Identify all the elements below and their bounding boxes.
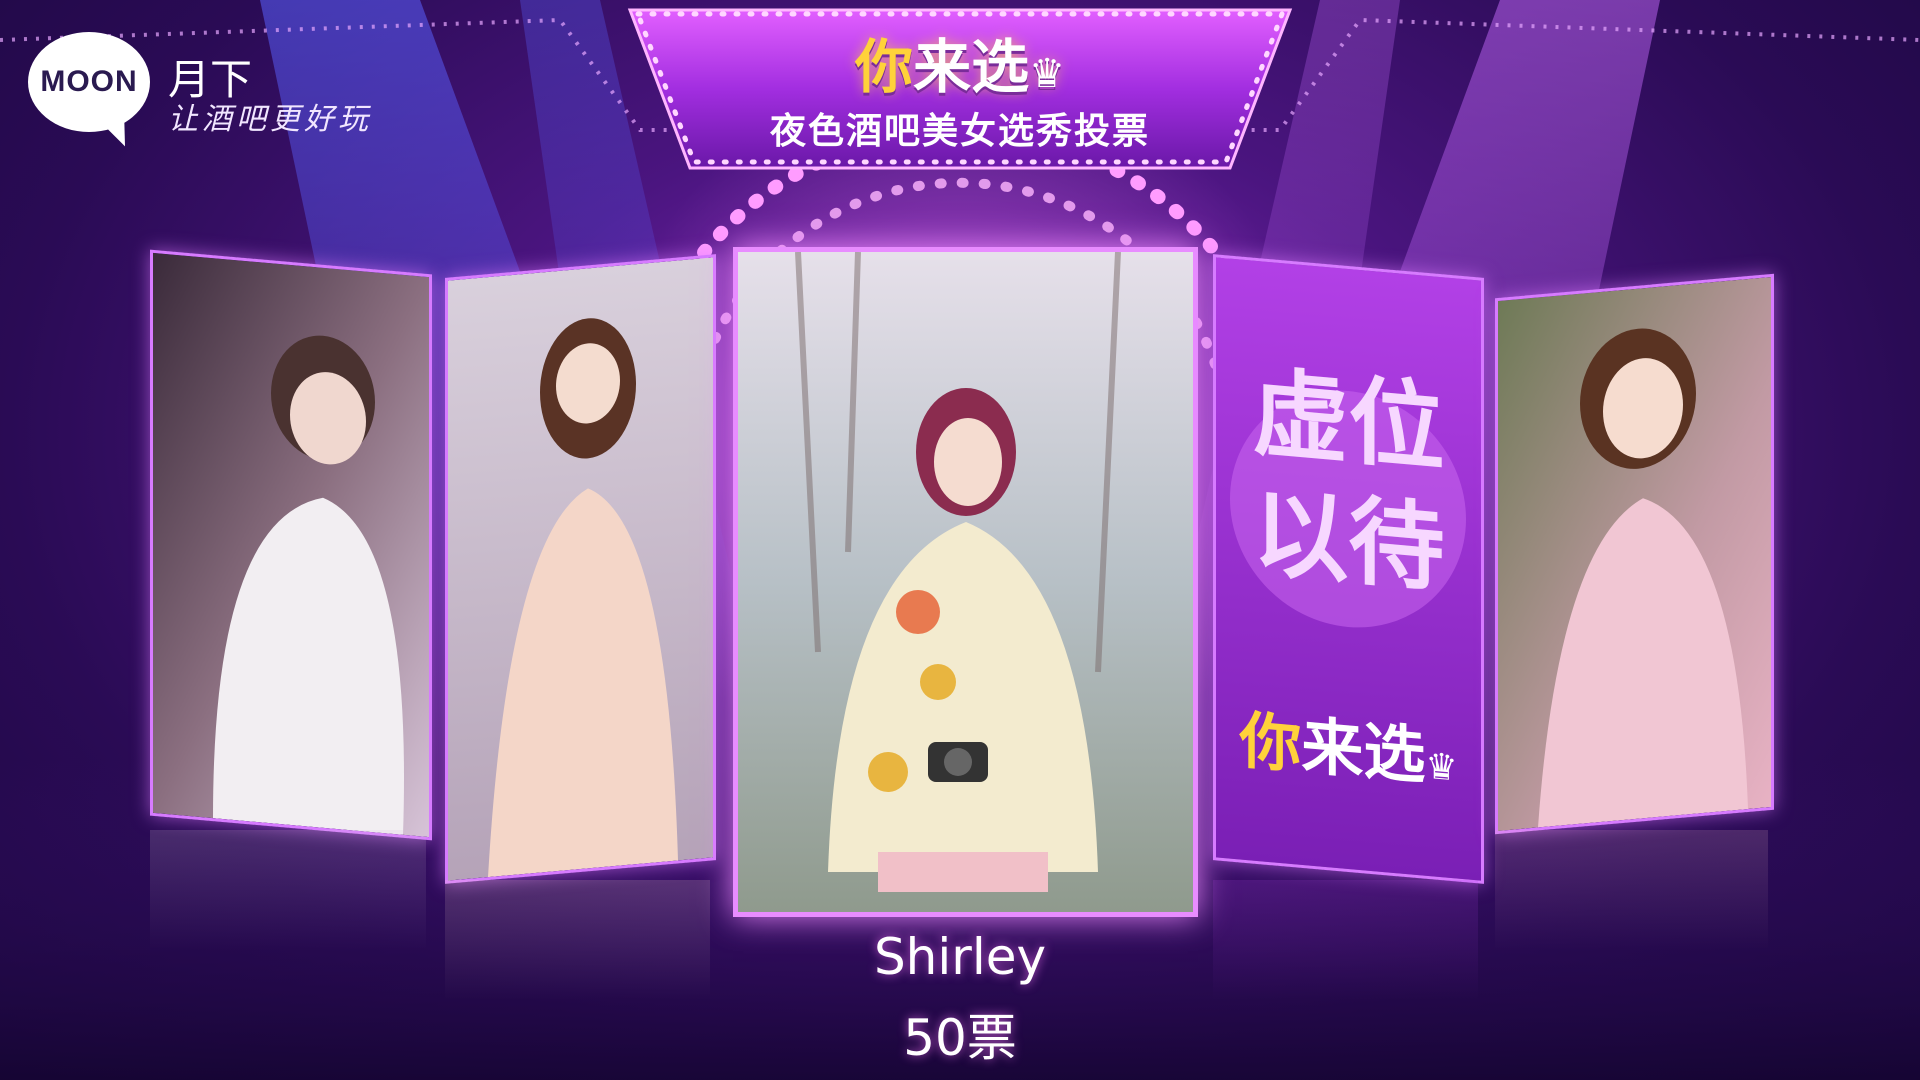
placeholder-logo-rest: 来选 bbox=[1301, 708, 1426, 793]
contestant-card-selected[interactable] bbox=[733, 247, 1198, 917]
contestant-card-2[interactable] bbox=[445, 254, 716, 884]
brand-slogan: 让酒吧更好玩 bbox=[168, 102, 372, 137]
contestant-card-5[interactable] bbox=[1495, 273, 1774, 835]
header-title: 你来选♛ bbox=[620, 20, 1300, 104]
moon-logo-icon: MOON bbox=[28, 32, 150, 132]
header-title-highlight: 你 bbox=[855, 33, 914, 101]
contestant-photo bbox=[1498, 277, 1771, 831]
contestant-photo bbox=[738, 252, 1193, 912]
crown-icon: ♛ bbox=[1425, 745, 1458, 790]
contestant-card-1[interactable] bbox=[150, 249, 432, 841]
placeholder-text-line2: 以待 bbox=[1252, 476, 1445, 606]
placeholder-logo-highlight: 你 bbox=[1239, 703, 1302, 782]
header-banner: 你来选♛ 夜色酒吧美女选秀投票 bbox=[620, 0, 1300, 178]
header-subtitle: 夜色酒吧美女选秀投票 bbox=[769, 111, 1150, 152]
brand-logo: MOON 月下 让酒吧更好玩 bbox=[28, 32, 408, 152]
contestant-photo bbox=[153, 252, 429, 838]
contestant-photo bbox=[448, 257, 713, 881]
vote-count: 50票 bbox=[903, 1009, 1017, 1067]
placeholder-card[interactable]: 虚位 以待 你来选♛ bbox=[1213, 254, 1484, 884]
header-title-rest: 来选 bbox=[913, 33, 1030, 101]
crown-icon: ♛ bbox=[1029, 51, 1065, 97]
contestant-name: Shirley bbox=[873, 928, 1047, 986]
